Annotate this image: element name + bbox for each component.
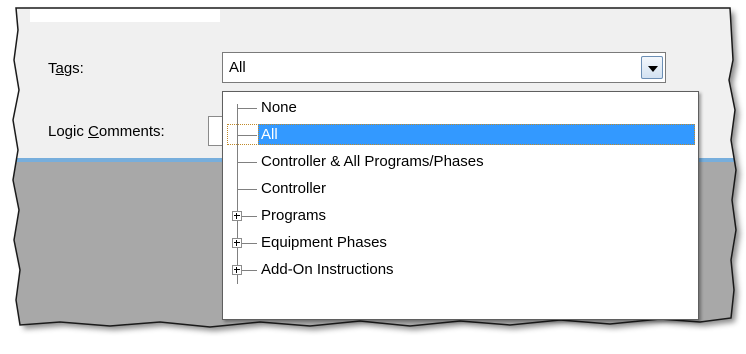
tree-item[interactable]: Controller & All Programs/Phases [223, 150, 698, 174]
tree-connector [242, 243, 257, 244]
tree-connector [237, 189, 257, 190]
tags-combo-dropdown-button[interactable] [641, 56, 663, 79]
tree-item-label: Add-On Instructions [261, 261, 394, 278]
tree-item[interactable]: Add-On Instructions [223, 258, 698, 282]
tree-item-label: Programs [261, 207, 327, 224]
tree-connector [242, 216, 257, 217]
tags-dropdown-tree[interactable]: None All Controller & All Programs/Phases C… [222, 91, 699, 320]
tree-item-label: None [261, 99, 297, 116]
tree-item-label: Controller [261, 180, 327, 197]
tree-connector [237, 135, 257, 136]
tags-label-text: T [48, 60, 56, 77]
logic-comments-label-text: Logic [48, 123, 89, 140]
tree-connector [237, 108, 257, 109]
tags-label: Tags: [48, 60, 84, 77]
tags-combo[interactable]: All [222, 52, 666, 83]
tree-connector [237, 162, 257, 163]
logic-comments-label-accesskey: C [88, 123, 99, 140]
logic-comments-label: Logic Comments: [48, 123, 165, 140]
tree-connector [242, 270, 257, 271]
tree-item-label: Equipment Phases [261, 234, 387, 251]
tree-item-label: All [261, 126, 278, 143]
expand-plus-icon[interactable] [232, 238, 242, 248]
expand-plus-icon[interactable] [232, 211, 242, 221]
logic-comments-label-text-end: omments: [98, 123, 165, 140]
selection-highlight [258, 124, 695, 145]
tags-combo-value: All [229, 59, 246, 76]
tree-item[interactable]: Programs [223, 204, 698, 228]
tags-label-text-end: gs: [63, 60, 84, 77]
expand-plus-icon[interactable] [232, 265, 242, 275]
tree-item-label: Controller & All Programs/Phases [261, 153, 484, 170]
tree-item[interactable]: None [223, 96, 698, 120]
chevron-down-icon [648, 66, 658, 72]
tree-item[interactable]: All [223, 123, 698, 147]
tree-item[interactable]: Controller [223, 177, 698, 201]
tree-item[interactable]: Equipment Phases [223, 231, 698, 255]
tags-label-accesskey: a [55, 60, 64, 77]
